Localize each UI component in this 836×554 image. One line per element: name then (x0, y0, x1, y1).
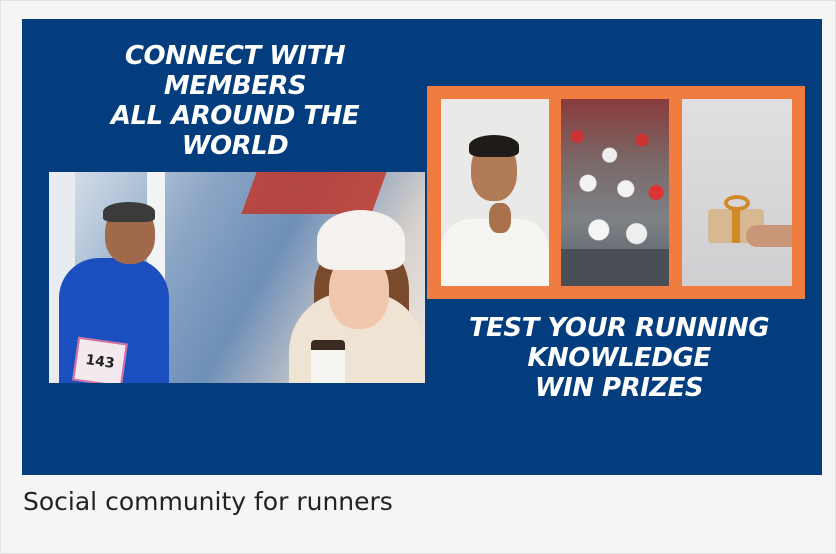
runner-hair (103, 202, 155, 222)
hand (746, 225, 792, 247)
gift-bow (724, 195, 750, 211)
card-caption: Social community for runners (23, 487, 393, 516)
man-hair (469, 135, 519, 157)
banner-flag (241, 172, 387, 214)
photo-background (682, 99, 792, 286)
gift-ribbon (732, 209, 740, 243)
headline-line: KNOWLEDGE (527, 343, 711, 373)
road (561, 249, 669, 286)
promo-card: CONNECT WITH MEMBERS ALL AROUND THE WORL… (0, 0, 836, 554)
headline-line: WIN PRIZES (534, 373, 704, 403)
gift-photo (682, 99, 792, 286)
runners-social-photo: 143 (49, 172, 425, 383)
promo-banner: CONNECT WITH MEMBERS ALL AROUND THE WORL… (22, 19, 822, 475)
headline-line: WORLD (181, 131, 289, 161)
knit-hat (317, 210, 405, 270)
marathon-crowd-photo (561, 99, 669, 286)
coffee-cup (311, 340, 345, 383)
connect-headline: CONNECT WITH MEMBERS ALL AROUND THE WORL… (60, 41, 410, 161)
headline-line: TEST YOUR RUNNING (468, 313, 770, 343)
headline-line: MEMBERS (163, 71, 307, 101)
quiz-headline: TEST YOUR RUNNING KNOWLEDGE WIN PRIZES (424, 313, 814, 403)
headline-line: CONNECT WITH (124, 41, 346, 71)
thinking-man-photo (441, 99, 549, 286)
prize-photo-frame (427, 86, 805, 299)
race-bib: 143 (72, 336, 128, 383)
headline-line: ALL AROUND THE (110, 101, 360, 131)
hand (489, 203, 511, 233)
